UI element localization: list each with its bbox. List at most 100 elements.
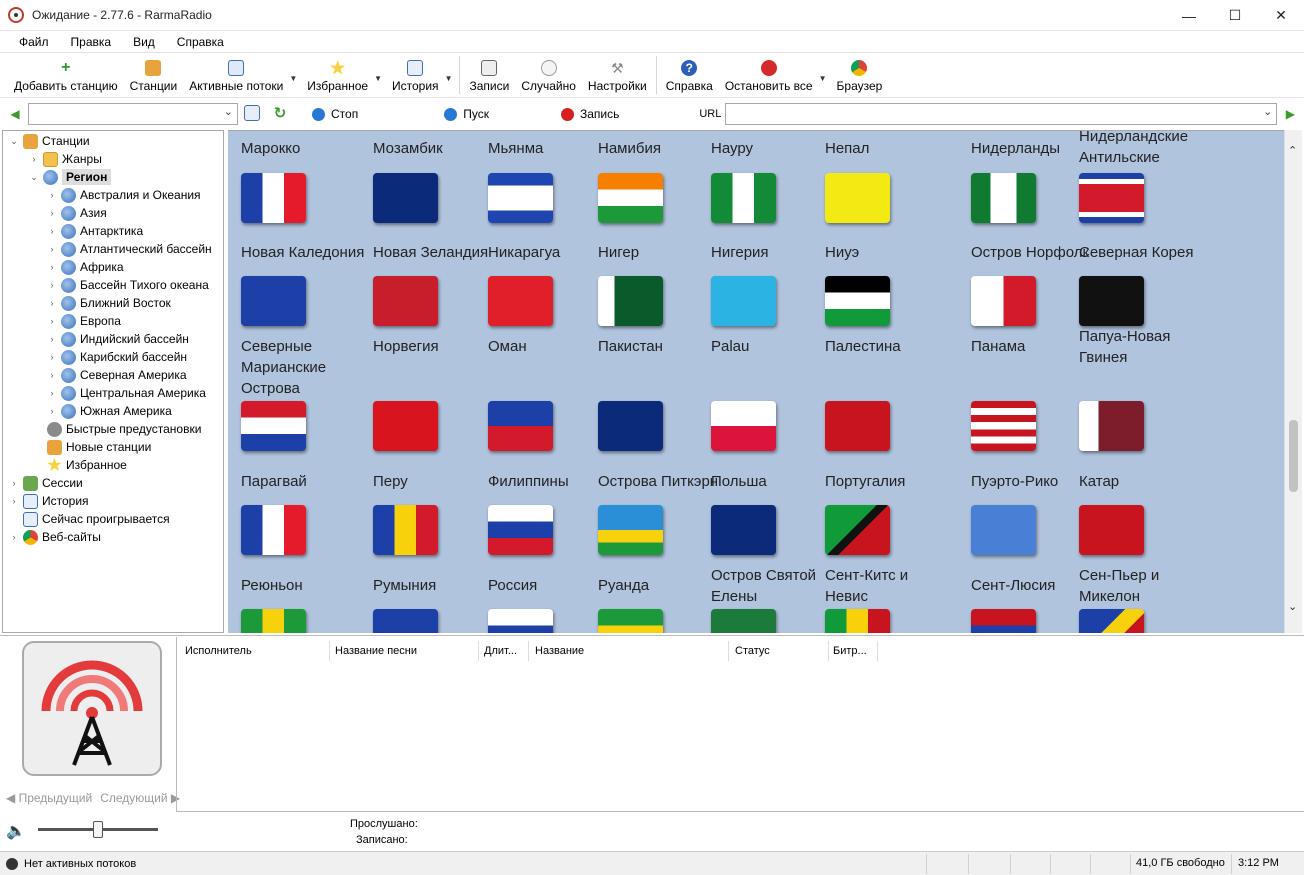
station-region-label[interactable]: Нигер	[598, 242, 728, 263]
station-region-label[interactable]: Ниуэ	[825, 242, 955, 263]
region-flag-icon[interactable]	[825, 609, 890, 633]
stop-all-button[interactable]: Остановить все	[719, 53, 819, 97]
next-button[interactable]: Следующий ▶	[100, 791, 180, 805]
expand-icon[interactable]: ›	[47, 388, 57, 398]
maximize-button[interactable]: ☐	[1212, 0, 1258, 31]
station-region-label[interactable]: Норвегия	[373, 336, 503, 357]
region-flag-icon[interactable]	[1079, 401, 1144, 451]
station-region-label[interactable]: Португалия	[825, 471, 955, 492]
tree-item-region[interactable]: › Индийский бассейн	[47, 330, 189, 348]
region-flag-icon[interactable]	[711, 173, 776, 223]
region-flag-icon[interactable]	[373, 505, 438, 555]
station-region-label[interactable]: Намибия	[598, 138, 728, 159]
station-region-label[interactable]: Перу	[373, 471, 503, 492]
region-flag-icon[interactable]	[711, 401, 776, 451]
collapse-icon[interactable]: ⌄	[29, 172, 39, 183]
add-station-button[interactable]: + Добавить станцию	[8, 53, 124, 97]
region-flag-icon[interactable]	[1079, 173, 1144, 223]
column-status[interactable]: Статус	[735, 645, 770, 659]
refresh-icon[interactable]: ↻	[272, 105, 288, 122]
random-button[interactable]: Случайно	[515, 53, 582, 97]
tree-item-favorites[interactable]: Избранное	[47, 456, 127, 474]
region-flag-icon[interactable]	[1079, 505, 1144, 555]
region-flag-icon[interactable]	[373, 173, 438, 223]
stations-button[interactable]: Станции	[124, 53, 184, 97]
scrollbar-thumb[interactable]	[1289, 420, 1298, 492]
tree-item-region[interactable]: ⌄ Регион	[29, 168, 112, 186]
region-flag-icon[interactable]	[373, 609, 438, 633]
tree-item-region[interactable]: › Южная Америка	[47, 402, 172, 420]
region-flag-icon[interactable]	[241, 173, 306, 223]
active-streams-button[interactable]: Активные потоки	[183, 53, 289, 97]
region-flag-icon[interactable]	[241, 276, 306, 326]
expand-icon[interactable]: ›	[47, 316, 57, 326]
menu-help[interactable]: Справка	[166, 35, 235, 49]
region-flag-icon[interactable]	[373, 401, 438, 451]
station-region-label[interactable]: Нигерия	[711, 242, 841, 263]
region-flag-icon[interactable]	[598, 276, 663, 326]
station-region-label[interactable]: Парагвай	[241, 471, 371, 492]
region-flag-icon[interactable]	[488, 609, 553, 633]
stop-button[interactable]: Стоп	[312, 107, 358, 121]
tree-item-region[interactable]: › Бассейн Тихого океана	[47, 276, 209, 294]
station-region-label[interactable]: Северная Корея	[1079, 242, 1209, 263]
expand-icon[interactable]: ›	[47, 262, 57, 272]
column-bitrate[interactable]: Битр...	[833, 645, 867, 659]
region-flag-icon[interactable]	[488, 505, 553, 555]
station-region-label[interactable]: Сен-Пьер и Микелон	[1079, 565, 1209, 607]
region-flag-icon[interactable]	[971, 505, 1036, 555]
station-region-label[interactable]: Палестина	[825, 336, 955, 357]
menu-view[interactable]: Вид	[122, 35, 166, 49]
region-flag-icon[interactable]	[711, 276, 776, 326]
region-flag-icon[interactable]	[825, 401, 890, 451]
station-region-label[interactable]: Папуа-Новая Гвинея	[1079, 326, 1209, 368]
favorites-dropdown-icon[interactable]: ▼	[374, 74, 382, 83]
region-flag-icon[interactable]	[711, 609, 776, 633]
url-field[interactable]	[725, 103, 1278, 125]
history-button[interactable]: История	[386, 53, 445, 97]
expand-icon[interactable]: ›	[47, 190, 57, 200]
region-flag-icon[interactable]	[825, 276, 890, 326]
region-flag-icon[interactable]	[488, 276, 553, 326]
expand-icon[interactable]: ›	[47, 370, 57, 380]
tree-item-region[interactable]: › Австралия и Океания	[47, 186, 201, 204]
region-flag-icon[interactable]	[598, 173, 663, 223]
expand-icon[interactable]: ›	[47, 244, 57, 254]
column-song-title[interactable]: Название песни	[335, 645, 417, 659]
tree-item-region[interactable]: › Антарктика	[47, 222, 143, 240]
station-region-label[interactable]: Мозамбик	[373, 138, 503, 159]
expand-icon[interactable]: ›	[47, 352, 57, 362]
help-button[interactable]: ? Справка	[660, 53, 719, 97]
menu-file[interactable]: Файл	[8, 35, 60, 49]
region-flag-icon[interactable]	[971, 173, 1036, 223]
tree-item-region[interactable]: › Центральная Америка	[47, 384, 206, 402]
region-flag-icon[interactable]	[241, 505, 306, 555]
browser-button[interactable]: Браузер	[831, 53, 889, 97]
track-list[interactable]: Исполнитель Название песни Длит... Назва…	[176, 637, 1304, 812]
tree-item-region[interactable]: › Атлантический бассейн	[47, 240, 212, 258]
station-combo[interactable]	[28, 103, 238, 125]
tree-item-region[interactable]: › Азия	[47, 204, 107, 222]
record-button[interactable]: Запись	[560, 107, 619, 121]
region-flag-icon[interactable]	[971, 609, 1036, 633]
scroll-down-icon[interactable]: ⌄	[1288, 600, 1297, 613]
station-region-label[interactable]: Румыния	[373, 575, 503, 596]
tree-item-websites[interactable]: › Веб-сайты	[9, 528, 101, 546]
records-button[interactable]: Записи	[463, 53, 515, 97]
tree-item-now-playing[interactable]: Сейчас проигрывается	[23, 510, 170, 528]
expand-icon[interactable]: ›	[47, 208, 57, 218]
station-region-label[interactable]: Реюньон	[241, 575, 371, 596]
station-region-label[interactable]: Науру	[711, 138, 841, 159]
column-duration[interactable]: Длит...	[484, 645, 517, 659]
column-name[interactable]: Название	[535, 645, 584, 659]
expand-icon[interactable]: ›	[9, 532, 19, 542]
region-flag-icon[interactable]	[488, 173, 553, 223]
station-region-label[interactable]: Марокко	[241, 138, 371, 159]
region-flag-icon[interactable]	[373, 276, 438, 326]
play-button[interactable]: Пуск	[444, 107, 489, 121]
back-arrow-icon[interactable]: ◀	[6, 105, 24, 123]
scroll-up-icon[interactable]: ⌃	[1288, 144, 1297, 157]
expand-icon[interactable]: ›	[47, 298, 57, 308]
region-flag-icon[interactable]	[825, 173, 890, 223]
tree-item-new-stations[interactable]: Новые станции	[47, 438, 151, 456]
